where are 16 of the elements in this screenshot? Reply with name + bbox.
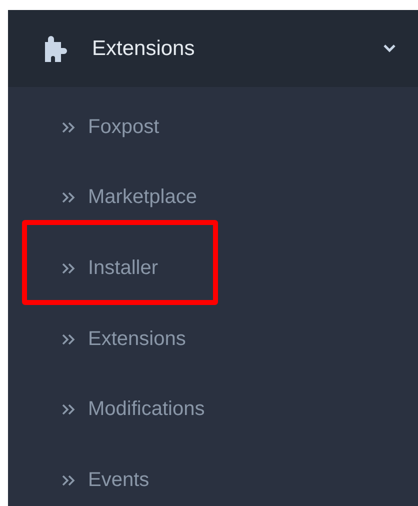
double-chevron-icon [62,474,75,486]
menu-title: Extensions [92,36,196,60]
menu-item[interactable]: Foxpost [88,116,160,139]
puzzle-icon [43,36,70,62]
double-chevron-icon [62,122,75,133]
menu-item[interactable]: Marketplace [88,186,197,210]
menu-header[interactable]: Extensions [8,10,418,87]
double-chevron-icon [62,192,75,204]
chevron-down-icon[interactable] [383,44,396,53]
double-chevron-icon [62,334,75,345]
menu-item[interactable]: Extensions [88,328,186,351]
menu-item[interactable]: Events [88,468,150,492]
menu-item[interactable]: Modifications [88,398,205,422]
double-chevron-icon [62,404,75,416]
menu-item[interactable]: Installer [88,256,158,280]
double-chevron-icon [62,262,75,274]
